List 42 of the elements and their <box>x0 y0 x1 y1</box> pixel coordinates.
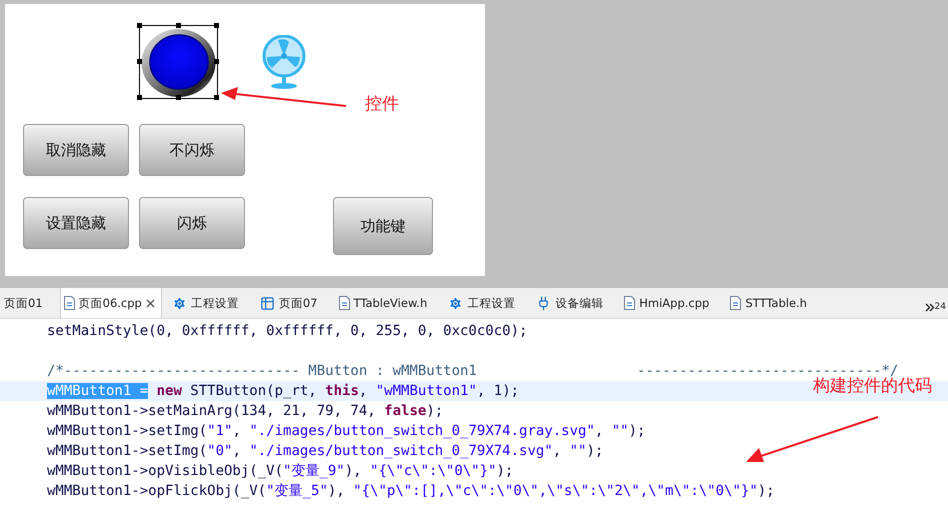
editor-tab[interactable]: 页面07 <box>256 288 324 318</box>
annotation-label: 控件 <box>365 93 399 115</box>
code-line: wMMButton1 = new STTButton(p_rt, this, "wMMButton1", 1); <box>47 383 520 399</box>
code-line: setMainStyle(0, 0xffffff, 0xffffff, 0, 255, 0, 0xc0c0c0); <box>47 323 528 339</box>
resize-handle[interactable] <box>214 23 219 28</box>
hmi-button[interactable]: 功能键 <box>333 197 433 255</box>
hmi-button[interactable]: 取消隐藏 <box>23 124 129 176</box>
settings-icon <box>448 296 464 310</box>
editor-tab[interactable]: HmiApp.cpp <box>620 288 716 318</box>
annotation-label: 构建控件的代码 <box>813 376 932 397</box>
fan-icon <box>262 35 306 90</box>
editor-tab[interactable]: 工程设置 <box>444 288 522 318</box>
settings-icon <box>172 296 187 310</box>
editor-tab[interactable]: STTTable.h <box>726 288 814 318</box>
table-icon <box>260 296 275 310</box>
editor-tab[interactable]: 设备编辑 <box>532 288 610 318</box>
file-icon <box>730 296 742 310</box>
hmi-button[interactable]: 不闪烁 <box>139 124 245 176</box>
code-line: wMMButton1->opVisibleObj(_V("变量_9"), "{\"c\":\"0\"}"); <box>47 463 514 479</box>
resize-handle[interactable] <box>214 59 219 64</box>
resize-handle[interactable] <box>214 95 219 100</box>
editor-tab[interactable]: 工程设置 <box>168 288 246 318</box>
hmi-button[interactable]: 闪烁 <box>139 197 245 249</box>
file-icon <box>64 296 75 310</box>
code-line: wMMButton1->setImg("1", "./images/button_switch_0_79X74.gray.svg", ""); <box>47 423 646 439</box>
hidden-tab-count: 24 <box>934 302 946 312</box>
file-icon <box>338 296 350 310</box>
double-chevron-icon[interactable] <box>924 303 935 312</box>
resize-handle[interactable] <box>176 23 180 28</box>
code-line: wMMButton1->setImg("0", "./images/button_switch_0_79X74.svg", ""); <box>47 443 604 459</box>
code-line: wMMButton1->opFlickObj(_V("变量_5"), "{\"p\":[],\"c\":\"0\",\"s\":\"2\",\"m\":\"0\"}"); <box>47 483 775 499</box>
editor-tab[interactable]: 页面01 <box>0 288 50 318</box>
close-icon[interactable] <box>146 298 155 308</box>
resize-handle[interactable] <box>137 59 142 64</box>
resize-handle[interactable] <box>176 95 180 100</box>
file-icon <box>624 296 636 310</box>
resize-handle[interactable] <box>137 23 142 28</box>
editor-tab[interactable]: TTableView.h <box>334 288 434 318</box>
resize-handle[interactable] <box>137 95 142 100</box>
code-line: wMMButton1->setMainArg(134, 21, 79, 74, false); <box>47 403 444 419</box>
hmi-button[interactable]: 设置隐藏 <box>23 197 129 249</box>
editor-tab[interactable]: 页面06.cpp <box>60 288 162 318</box>
